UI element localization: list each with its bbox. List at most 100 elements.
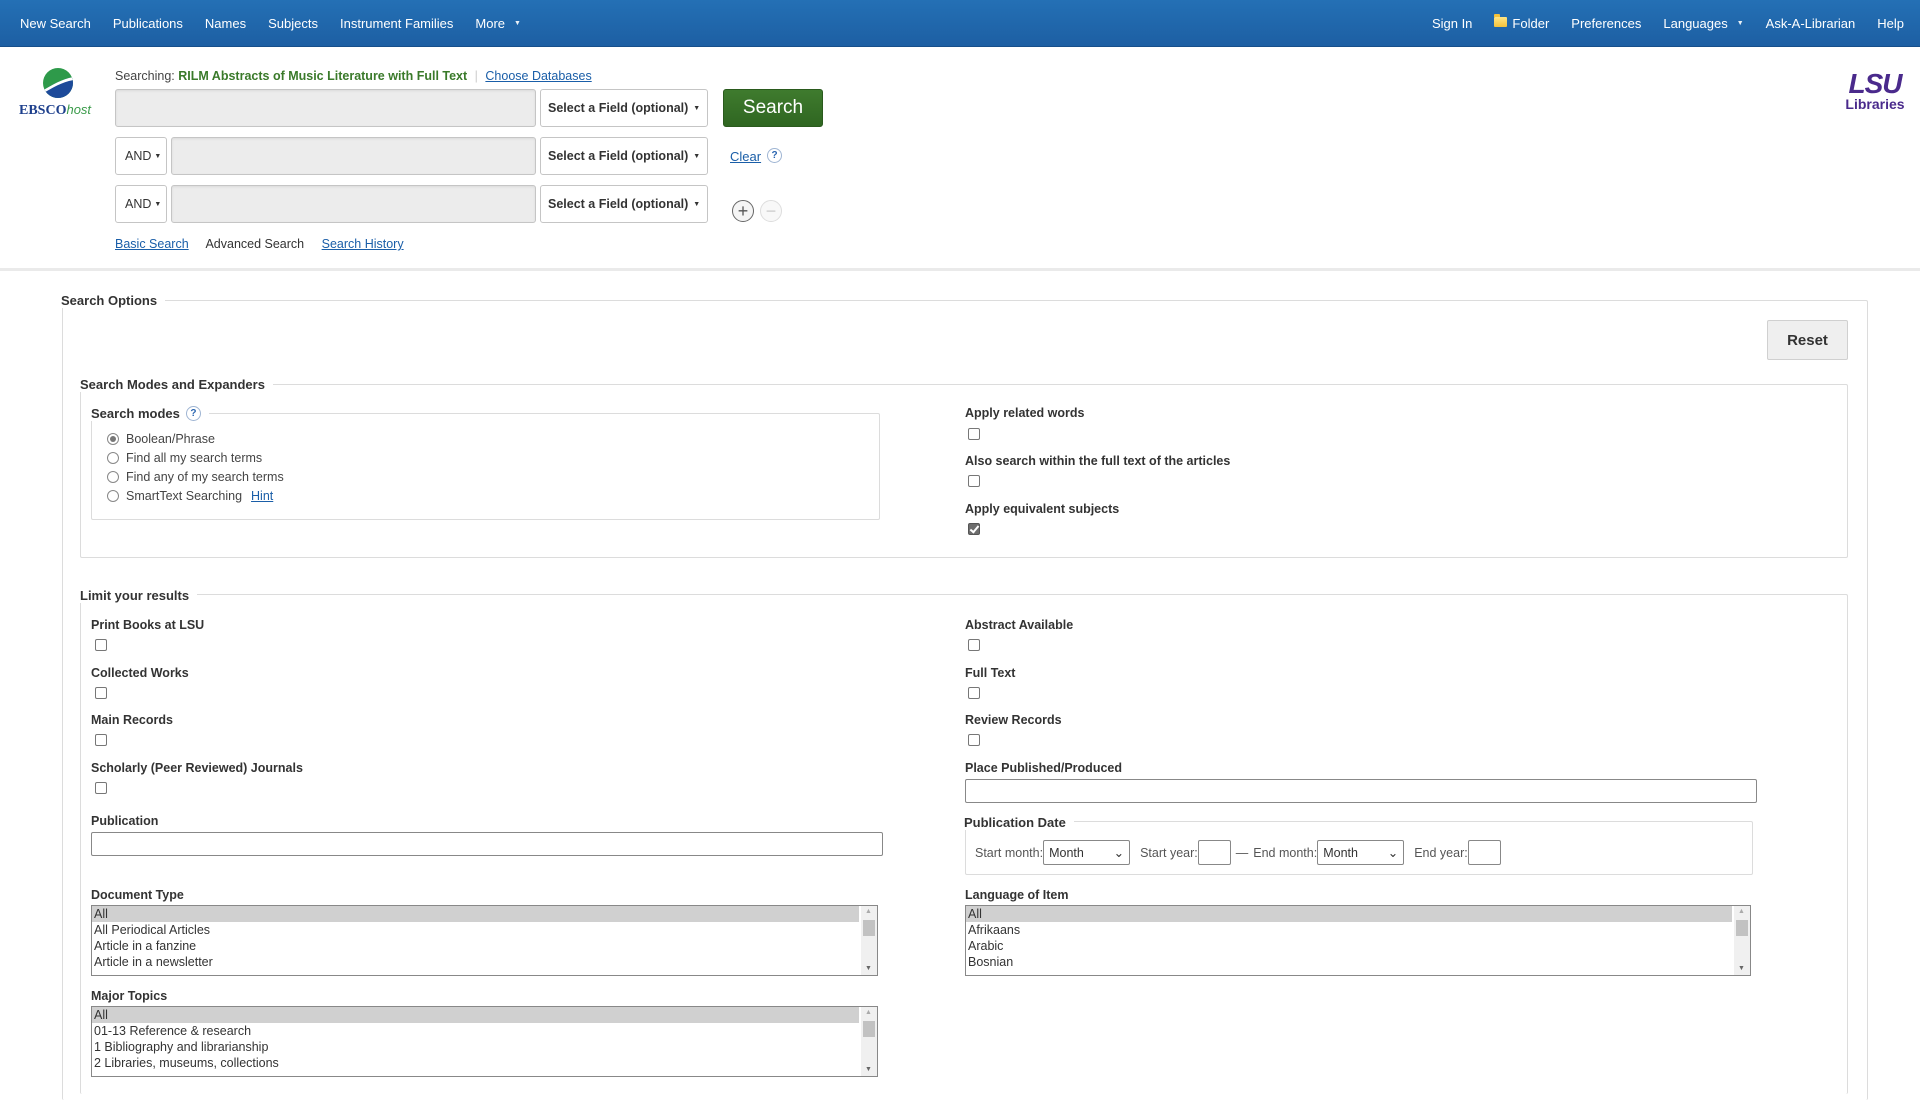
ebsco-globe-icon <box>43 68 73 98</box>
caret-down-icon: ▼ <box>1736 19 1744 27</box>
start-year-input[interactable] <box>1197 840 1231 865</box>
nav-languages-dropdown[interactable]: Languages ▼ <box>1652 0 1754 46</box>
caret-down-icon: ▼ <box>693 200 701 208</box>
list-option[interactable]: All <box>966 906 1732 922</box>
help-icon[interactable]: ? <box>185 406 201 421</box>
scroll-down-icon[interactable]: ▼ <box>1738 965 1745 972</box>
field-select-1[interactable]: Select a Field (optional) ▼ <box>540 89 708 127</box>
publication-date-row: Start month: Month ⌄ Start year: — End mo… <box>975 840 1501 865</box>
scrollbar[interactable]: ▲ ▼ <box>861 1007 877 1076</box>
nav-new-search[interactable]: New Search <box>9 0 102 46</box>
search-button[interactable]: Search <box>723 89 823 127</box>
nav-more-dropdown[interactable]: More ▼ <box>464 0 532 46</box>
nav-publications[interactable]: Publications <box>102 0 194 46</box>
expander-label-related-words: Apply related words <box>965 406 1085 420</box>
search-term-input-1[interactable] <box>115 89 536 127</box>
list-option[interactable]: 2 Libraries, museums, collections <box>92 1055 877 1071</box>
end-month-select[interactable]: Month ⌄ <box>1317 840 1405 865</box>
limit-label-collected-works: Collected Works <box>91 666 189 680</box>
search-term-input-3[interactable] <box>171 185 536 223</box>
search-modes-title: Search modes ? <box>91 406 209 421</box>
scrollbar-thumb[interactable] <box>863 1021 875 1037</box>
list-option[interactable]: 1 Bibliography and librarianship <box>92 1039 877 1055</box>
divider: | <box>474 69 478 83</box>
nav-names[interactable]: Names <box>194 0 257 46</box>
start-month-select[interactable]: Month ⌄ <box>1043 840 1131 865</box>
radio-button[interactable] <box>107 471 119 483</box>
reset-button[interactable]: Reset <box>1767 320 1848 360</box>
scroll-up-icon[interactable]: ▲ <box>865 908 872 915</box>
major-topics-listbox[interactable]: All 01-13 Reference & research 1 Bibliog… <box>91 1006 878 1077</box>
limit-abstract-available-checkbox[interactable] <box>968 639 980 651</box>
mode-boolean-phrase[interactable]: Boolean/Phrase <box>107 432 215 446</box>
list-option[interactable]: All <box>92 906 859 922</box>
basic-search-link[interactable]: Basic Search <box>115 237 189 251</box>
nav-ask-a-librarian[interactable]: Ask-A-Librarian <box>1755 0 1867 46</box>
lsu-libraries-logo[interactable]: LSU Libraries <box>1840 70 1910 113</box>
ebscohost-logo[interactable]: EBSCOhost <box>19 67 99 122</box>
add-row-plus-icon[interactable]: + <box>732 200 754 222</box>
scrollbar[interactable]: ▲ ▼ <box>861 906 877 975</box>
list-option[interactable]: Arabic <box>966 938 1750 954</box>
language-listbox[interactable]: All Afrikaans Arabic Bosnian ▲ ▼ <box>965 905 1751 976</box>
list-option[interactable]: Afrikaans <box>966 922 1750 938</box>
major-topics-label: Major Topics <box>91 989 168 1003</box>
radio-button[interactable] <box>107 452 119 464</box>
limit-label-main-records: Main Records <box>91 713 173 727</box>
list-option[interactable]: Article in a fanzine <box>92 938 877 954</box>
limit-label-print-books: Print Books at LSU <box>91 618 205 632</box>
limit-label-abstract-available: Abstract Available <box>965 618 1074 632</box>
smarttext-hint-link[interactable]: Hint <box>251 489 273 503</box>
search-history-link[interactable]: Search History <box>322 237 404 251</box>
radio-button[interactable] <box>107 490 119 502</box>
mode-smarttext[interactable]: SmartText Searching Hint <box>107 489 273 503</box>
limit-main-records-checkbox[interactable] <box>95 734 107 746</box>
limit-full-text-checkbox[interactable] <box>968 687 980 699</box>
scrollbar-thumb[interactable] <box>1736 920 1748 936</box>
scrollbar[interactable]: ▲ ▼ <box>1734 906 1750 975</box>
scroll-up-icon[interactable]: ▲ <box>1738 908 1745 915</box>
header-divider <box>0 268 1920 271</box>
boolean-operator-select-3[interactable]: AND ▼ <box>115 185 167 223</box>
help-icon[interactable]: ? <box>767 148 782 163</box>
expander-full-text-checkbox[interactable] <box>968 475 980 487</box>
choose-databases-link[interactable]: Choose Databases <box>485 69 591 83</box>
place-published-label: Place Published/Produced <box>965 761 1122 775</box>
scroll-down-icon[interactable]: ▼ <box>865 965 872 972</box>
scroll-up-icon[interactable]: ▲ <box>865 1009 872 1016</box>
scrollbar-thumb[interactable] <box>863 920 875 936</box>
nav-preferences[interactable]: Preferences <box>1560 0 1652 46</box>
scroll-down-icon[interactable]: ▼ <box>865 1066 872 1073</box>
place-published-input[interactable] <box>965 779 1757 803</box>
mode-find-any-terms[interactable]: Find any of my search terms <box>107 470 284 484</box>
field-select-3[interactable]: Select a Field (optional) ▼ <box>540 185 708 223</box>
limit-scholarly-checkbox[interactable] <box>95 782 107 794</box>
clear-link[interactable]: Clear <box>730 149 761 164</box>
expander-related-words-checkbox[interactable] <box>968 428 980 440</box>
document-type-listbox[interactable]: All All Periodical Articles Article in a… <box>91 905 878 976</box>
nav-sign-in[interactable]: Sign In <box>1421 0 1483 46</box>
list-option[interactable]: All Periodical Articles <box>92 922 877 938</box>
nav-instrument-families[interactable]: Instrument Families <box>329 0 464 46</box>
list-option[interactable]: All <box>92 1007 859 1023</box>
end-year-input[interactable] <box>1467 840 1501 865</box>
remove-row-minus-icon[interactable]: − <box>760 200 782 222</box>
field-select-2[interactable]: Select a Field (optional) ▼ <box>540 137 708 175</box>
boolean-operator-select-2[interactable]: AND ▼ <box>115 137 167 175</box>
document-type-label: Document Type <box>91 888 184 902</box>
list-option[interactable]: Bosnian <box>966 954 1750 970</box>
mode-find-all-terms[interactable]: Find all my search terms <box>107 451 262 465</box>
nav-subjects[interactable]: Subjects <box>257 0 329 46</box>
expander-equivalent-subjects-checkbox[interactable] <box>968 523 980 535</box>
radio-button[interactable] <box>107 433 119 445</box>
limit-review-records-checkbox[interactable] <box>968 734 980 746</box>
limit-print-books-checkbox[interactable] <box>95 639 107 651</box>
search-term-input-2[interactable] <box>171 137 536 175</box>
nav-help[interactable]: Help <box>1866 0 1915 46</box>
limit-collected-works-checkbox[interactable] <box>95 687 107 699</box>
nav-folder[interactable]: Folder <box>1483 0 1560 46</box>
list-option[interactable]: Article in a newsletter <box>92 954 877 970</box>
publication-input[interactable] <box>91 832 883 856</box>
list-option[interactable]: 01-13 Reference & research <box>92 1023 877 1039</box>
chevron-down-icon: ⌄ <box>1387 846 1399 860</box>
